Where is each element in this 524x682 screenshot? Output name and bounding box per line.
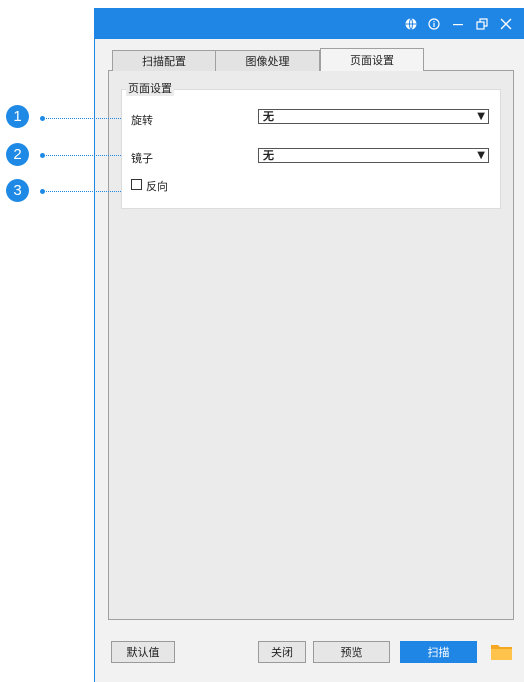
mirror-value: 无 (263, 149, 274, 162)
scan-button[interactable]: 扫描 (400, 641, 477, 663)
reverse-label: 反向 (146, 180, 168, 193)
reverse-checkbox[interactable] (131, 179, 142, 190)
screenshot: 扫描配置 图像处理 页面设置 页面设置 旋转 无 ▼ 镜子 无 ▼ 反向 1 2… (0, 0, 524, 682)
info-icon[interactable] (423, 8, 445, 39)
close-button[interactable]: 关闭 (258, 641, 306, 663)
callout-leader (44, 118, 121, 119)
globe-icon[interactable] (400, 8, 422, 39)
mirror-select[interactable]: 无 ▼ (258, 148, 489, 163)
dropdown-arrow-icon: ▼ (477, 150, 485, 161)
callout-badge: 3 (6, 179, 29, 202)
tab-scan-config[interactable]: 扫描配置 (112, 50, 216, 71)
minimize-icon[interactable] (447, 8, 469, 39)
tab-image-processing[interactable]: 图像处理 (216, 50, 320, 71)
rotate-value: 无 (263, 110, 274, 123)
tab-page-settings[interactable]: 页面设置 (320, 48, 424, 71)
dropdown-arrow-icon: ▼ (477, 111, 485, 122)
tab-bar: 扫描配置 图像处理 页面设置 (112, 48, 424, 71)
callout-leader (44, 155, 121, 156)
callout-badge: 2 (6, 143, 29, 166)
close-icon[interactable] (495, 8, 517, 39)
folder-icon[interactable] (491, 643, 512, 660)
group-title: 页面设置 (126, 80, 174, 96)
restore-icon[interactable] (471, 8, 493, 39)
mirror-label: 镜子 (131, 152, 153, 165)
callout-leader (44, 191, 121, 192)
callout-badge: 1 (6, 105, 29, 128)
preview-button[interactable]: 预览 (313, 641, 390, 663)
rotate-label: 旋转 (131, 114, 153, 127)
default-button[interactable]: 默认值 (111, 641, 175, 663)
rotate-select[interactable]: 无 ▼ (258, 109, 489, 124)
titlebar (95, 8, 524, 39)
